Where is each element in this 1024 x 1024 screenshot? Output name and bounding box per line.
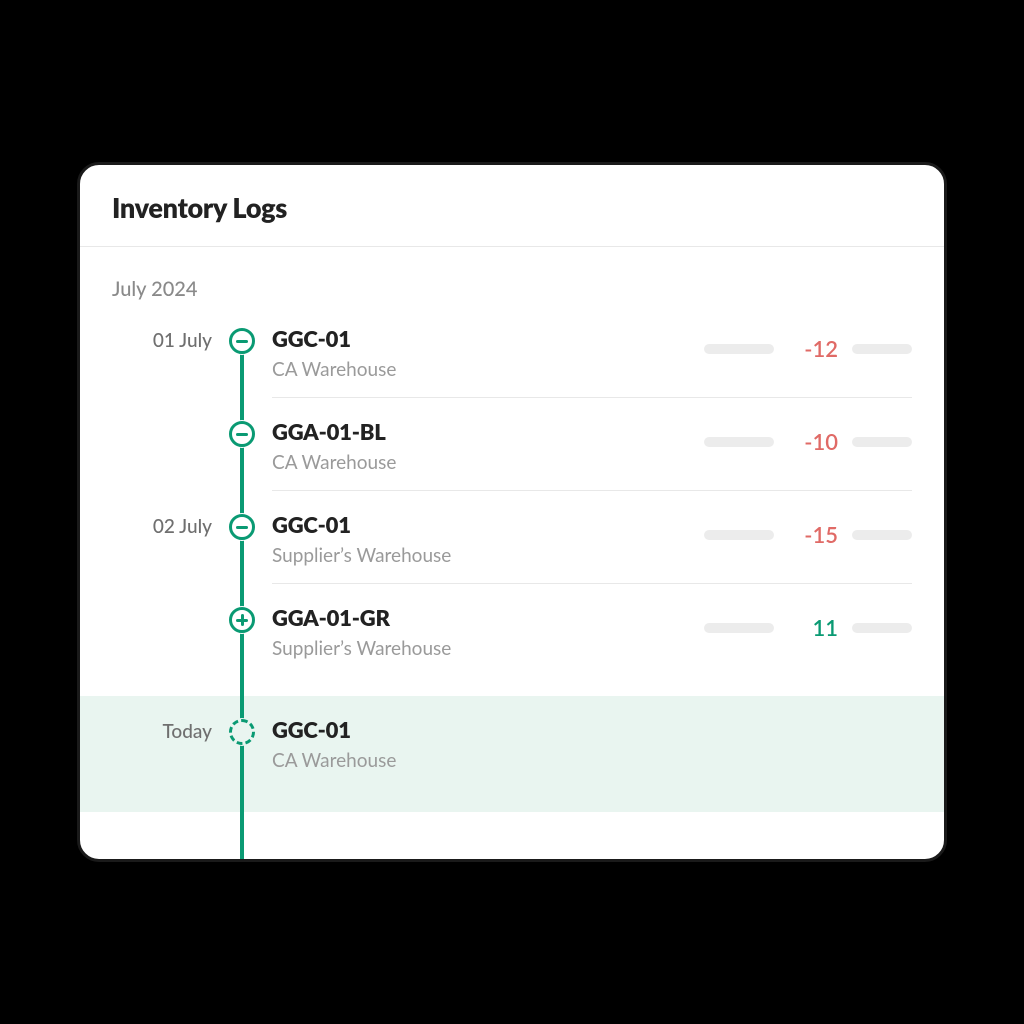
month-label: July 2024: [112, 277, 912, 301]
log-row[interactable]: GGA-01-BL CA Warehouse -10: [112, 418, 912, 511]
log-sparkline: -15: [704, 511, 912, 548]
log-sparkline: -10: [704, 418, 912, 455]
log-warehouse: CA Warehouse: [272, 749, 912, 772]
log-sku: GGC-01: [272, 716, 912, 743]
pending-icon: [228, 718, 256, 746]
minus-icon: [228, 420, 256, 448]
log-date: Today: [112, 720, 212, 743]
log-sku: GGA-01-GR: [272, 604, 704, 631]
log-sku: GGC-01: [272, 511, 704, 538]
card-body: July 2024 01 July GGC-01 CA Warehouse -1…: [80, 247, 944, 859]
log-delta: -10: [788, 428, 838, 455]
log-row[interactable]: 02 July GGC-01 Supplier’s Warehouse -15: [112, 511, 912, 604]
log-warehouse: Supplier’s Warehouse: [272, 637, 704, 660]
card-header: Inventory Logs: [80, 165, 944, 247]
plus-icon: [228, 606, 256, 634]
page-title: Inventory Logs: [112, 191, 912, 224]
minus-icon: [228, 513, 256, 541]
log-warehouse: CA Warehouse: [272, 451, 704, 474]
log-timeline: 01 July GGC-01 CA Warehouse -12: [112, 325, 912, 812]
log-delta: -15: [788, 521, 838, 548]
log-sparkline: 11: [704, 604, 912, 641]
log-delta: 11: [788, 614, 838, 641]
log-row[interactable]: 01 July GGC-01 CA Warehouse -12: [112, 325, 912, 418]
log-delta: -12: [788, 335, 838, 362]
today-row[interactable]: Today GGC-01 CA Warehouse: [80, 696, 944, 812]
log-date: 02 July: [112, 515, 212, 538]
log-warehouse: CA Warehouse: [272, 358, 704, 381]
log-warehouse: Supplier’s Warehouse: [272, 544, 704, 567]
log-sku: GGC-01: [272, 325, 704, 352]
inventory-logs-card: Inventory Logs July 2024 01 July GGC-01 …: [77, 162, 947, 862]
log-sku: GGA-01-BL: [272, 418, 704, 445]
minus-icon: [228, 327, 256, 355]
log-sparkline: -12: [704, 325, 912, 362]
log-date: 01 July: [112, 329, 212, 352]
log-row[interactable]: GGA-01-GR Supplier’s Warehouse 11: [112, 604, 912, 696]
